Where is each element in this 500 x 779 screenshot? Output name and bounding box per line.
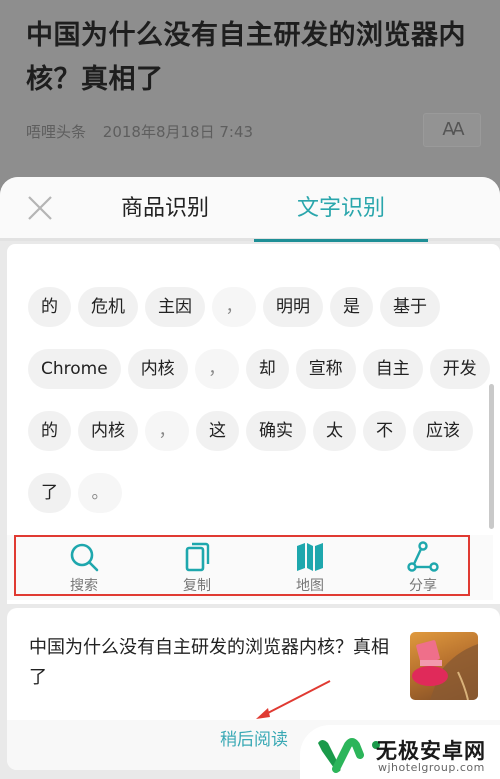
annotation-arrow — [256, 680, 331, 719]
word-chip[interactable]: 宣称 — [295, 349, 356, 389]
word-chip[interactable]: 太 — [313, 411, 356, 451]
word-chip[interactable]: 了 — [28, 473, 71, 513]
article-date: 2018年8月18日 7:43 — [102, 123, 254, 141]
word-chip[interactable]: 却 — [245, 349, 289, 389]
sheet-header: 商品识别 文字识别 — [0, 177, 500, 242]
article-meta: 唔哩头条 2018年8月18日 7:43 — [26, 121, 265, 142]
word-chip[interactable]: 开发 — [429, 349, 490, 389]
word-chip[interactable]: 应该 — [413, 411, 473, 451]
close-icon — [28, 196, 52, 220]
annotation-highlight-box — [14, 535, 470, 596]
word-chip[interactable]: 不 — [363, 411, 406, 451]
active-tab-indicator — [254, 239, 428, 242]
article-title: 中国为什么没有自主研发的浏览器内核？真相了 — [26, 20, 466, 95]
watermark-url: wjhotelgroup.com — [378, 761, 485, 774]
card-thumbnail — [410, 632, 478, 700]
scrollbar[interactable] — [489, 384, 494, 529]
tab-label: 商品识别 — [120, 196, 209, 221]
close-button[interactable] — [26, 194, 54, 222]
tab-label: 文字识别 — [296, 196, 385, 221]
word-chip[interactable]: 明明 — [263, 287, 323, 327]
word-chip[interactable]: 内核 — [127, 349, 188, 389]
word-chip[interactable]: 的 — [28, 411, 71, 451]
word-chip[interactable]: 内核 — [78, 411, 138, 451]
tab-goods-recognition[interactable]: 商品识别 — [90, 191, 240, 241]
word-chip[interactable]: ， — [194, 349, 239, 389]
read-later-button[interactable]: 稍后阅读 — [220, 725, 288, 750]
article-source: 唔哩头条 — [26, 123, 87, 141]
word-chip[interactable]: ， — [145, 411, 189, 451]
word-chip[interactable]: 确实 — [246, 411, 306, 451]
word-row: 了 。 — [28, 473, 122, 513]
word-row: 的 内核 ， 这 确实 太 不 应该 — [28, 411, 473, 451]
font-size-button[interactable]: AA — [423, 113, 481, 147]
word-chip[interactable]: 的 — [28, 287, 71, 327]
word-chip[interactable]: ， — [212, 287, 256, 327]
word-chip[interactable]: 自主 — [362, 349, 423, 389]
word-chip[interactable]: 危机 — [78, 287, 138, 327]
word-chip[interactable]: 基于 — [380, 287, 440, 327]
word-chip[interactable]: Chrome — [28, 349, 121, 389]
word-chip[interactable]: 是 — [330, 287, 373, 327]
font-size-icon: AA — [442, 119, 464, 140]
word-row: Chrome 内核 ， 却 宣称 自主 开发 — [28, 349, 490, 389]
watermark-logo-icon — [318, 738, 380, 773]
word-chip[interactable]: 。 — [78, 473, 122, 513]
word-row: 的 危机 主因 ， 明明 是 基于 — [28, 287, 440, 327]
word-chip[interactable]: 主因 — [145, 287, 205, 327]
word-chip[interactable]: 这 — [196, 411, 239, 451]
tab-text-recognition[interactable]: 文字识别 — [254, 191, 428, 242]
